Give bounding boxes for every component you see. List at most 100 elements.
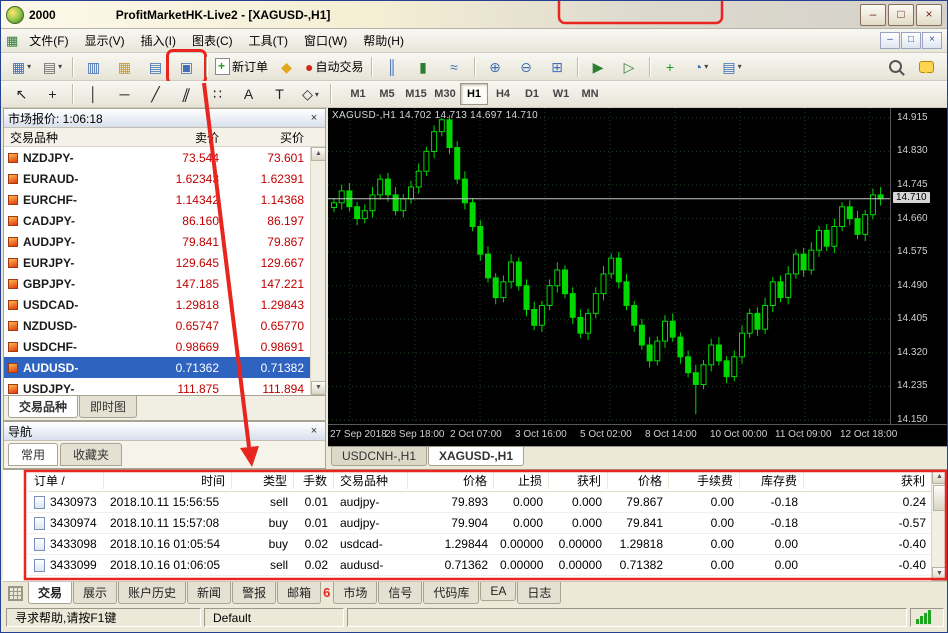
terminal-column-header-0[interactable]: 订单 / [28,472,104,489]
menu-item-2[interactable]: 插入(I) [133,29,184,52]
terminal-column-header-7[interactable]: 获利 [549,472,608,489]
autotrading-button[interactable]: ● 自动交易 [302,54,366,80]
menu-item-6[interactable]: 帮助(H) [355,29,412,52]
line-chart-button[interactable]: ≈ [439,54,470,80]
price-axis[interactable]: 14.915 14.830 14.745 14.660 14.575 14.490 14.4… [890,108,947,425]
zoom-out-button[interactable]: ⊖ [511,54,542,80]
scroll-down-icon[interactable]: ▼ [932,567,947,581]
terminal-column-header-5[interactable]: 价格 [408,472,494,489]
menu-item-1[interactable]: 显示(V) [77,29,133,52]
terminal-column-header-8[interactable]: 价格 [608,472,669,489]
timeframe-w1[interactable]: W1 [547,83,575,105]
market-watch-row[interactable]: EURAUD- 1.62343 1.62391 [4,168,310,189]
order-row[interactable]: 3433098 2018.10.16 01:05:54 buy 0.02 usdcad-… [28,534,932,555]
child-window-menu-icon[interactable]: ▦ [6,33,18,49]
restore-button[interactable]: □ [888,3,914,26]
market-watch-row[interactable]: NZDUSD- 0.65747 0.65770 [4,315,310,336]
col-ask[interactable]: 买价 [225,129,310,146]
minimize-button[interactable]: – [860,3,886,26]
terminal-tab-7[interactable]: 信号 [378,582,423,604]
menu-item-0[interactable]: 文件(F) [21,29,76,52]
tile-windows-button[interactable]: ⊞ [542,54,573,80]
terminal-tab-9[interactable]: EA [480,582,517,601]
time-axis[interactable]: 27 Sep 2018 28 Sep 18:00 2 Oct 07:00 3 Oct … [328,424,947,446]
close-button[interactable]: × [916,3,942,26]
col-bid[interactable]: 卖价 [130,129,225,146]
cursor-button[interactable]: ↖ [6,81,37,107]
auto-scroll-button[interactable]: ▶ [583,54,614,80]
menu-item-3[interactable]: 图表(C) [184,29,241,52]
order-row[interactable]: 3430973 2018.10.11 15:56:55 sell 0.01 audjpy… [28,492,932,513]
timeframe-mn[interactable]: MN [576,83,604,105]
text-button[interactable]: A [233,81,264,107]
chart-tab-0[interactable]: USDCNH-,H1 [331,447,428,466]
menu-item-5[interactable]: 窗口(W) [296,29,355,52]
market-watch-row[interactable]: USDCHF- 0.98669 0.98691 [4,336,310,357]
child-restore-button[interactable]: □ [901,32,921,49]
market-watch-row[interactable]: AUDUSD- 0.71362 0.71382 [4,357,310,378]
timeframe-d1[interactable]: D1 [518,83,546,105]
scroll-down-icon[interactable]: ▼ [311,381,325,395]
new-order-button[interactable]: + 新订单 [212,54,271,80]
close-icon[interactable]: × [307,425,321,437]
shapes-button[interactable]: ◇ ▾ [295,81,326,107]
indicators-button[interactable]: + [655,54,686,80]
terminal-tab-5[interactable]: 邮箱 [277,582,322,604]
zoom-in-button[interactable]: ⊕ [480,54,511,80]
trendline-button[interactable]: ╱ [140,81,171,107]
market-watch-tab-0[interactable]: 交易品种 [8,396,79,418]
terminal-tab-8[interactable]: 代码库 [423,582,480,604]
timeframe-m30[interactable]: M30 [431,83,459,105]
scroll-up-icon[interactable]: ▲ [932,470,947,484]
terminal-toggle-button[interactable]: ▣ [166,48,207,85]
timeframe-m15[interactable]: M15 [402,83,430,105]
navigator-button[interactable]: ▤ [140,54,171,80]
timeframe-m5[interactable]: M5 [373,83,401,105]
terminal-tab-2[interactable]: 账户历史 [118,582,187,604]
col-symbol[interactable]: 交易品种 [4,129,130,146]
crosshair-button[interactable]: + [37,81,68,107]
scrollbar-track[interactable] [932,512,947,567]
status-profile[interactable]: Default [204,608,344,627]
terminal-column-header-10[interactable]: 库存费 [740,472,804,489]
templates-button[interactable]: ▤ ▾ [717,54,748,80]
order-row[interactable]: 3433099 2018.10.16 01:06:05 sell 0.02 audusd… [28,555,932,576]
chart-plot[interactable]: XAGUSD-,H1 14.702 14.713 14.697 14.710 [328,108,890,424]
market-watch-row[interactable]: AUDJPY- 79.841 79.867 [4,231,310,252]
market-watch-row[interactable]: USDCAD- 1.29818 1.29843 [4,294,310,315]
market-watch-row[interactable]: CADJPY- 86.160 86.197 [4,210,310,231]
terminal-column-header-9[interactable]: 手续费 [669,472,740,489]
horizontal-line-button[interactable]: ─ [109,81,140,107]
market-watch-row[interactable]: GBPJPY- 147.185 147.221 [4,273,310,294]
close-icon[interactable]: × [307,112,321,124]
navigator-tab-0[interactable]: 常用 [8,443,59,466]
new-chart-button[interactable]: ▦ ▾ [6,54,37,80]
fibonacci-button[interactable]: ∷ [202,81,233,107]
market-watch-row[interactable]: EURCHF- 1.14342 1.14368 [4,189,310,210]
chart-shift-button[interactable]: ▷ [614,54,645,80]
terminal-tab-4[interactable]: 警报 [232,582,277,604]
terminal-column-header-2[interactable]: 类型 [232,472,294,489]
terminal-tab-3[interactable]: 新闻 [187,582,232,604]
market-watch-row[interactable]: NZDJPY- 73.544 73.601 [4,147,310,168]
market-watch-scrollbar[interactable]: ▲ ▼ [310,147,325,395]
scroll-up-icon[interactable]: ▲ [311,147,325,161]
terminal-column-header-1[interactable]: 时间 [104,472,232,489]
chart-tab-1[interactable]: XAGUSD-,H1 [428,447,525,466]
timeframe-m1[interactable]: M1 [344,83,372,105]
menu-item-4[interactable]: 工具(T) [241,29,296,52]
text-label-button[interactable]: T [264,81,295,107]
timeframe-h4[interactable]: H4 [489,83,517,105]
navigator-tab-1[interactable]: 收藏夹 [60,443,123,466]
terminal-scrollbar[interactable]: ▲ ▼ [931,470,947,581]
order-row[interactable]: 3430974 2018.10.11 15:57:08 buy 0.01 audjpy-… [28,513,932,534]
market-watch-row[interactable]: EURJPY- 129.645 129.667 [4,252,310,273]
equidistant-channel-button[interactable]: ∥ [171,81,202,107]
metaeditor-button[interactable]: ◆ [271,54,302,80]
terminal-column-header-4[interactable]: 交易品种 [334,472,408,489]
data-window-button[interactable]: ▦ [109,54,140,80]
market-watch-row[interactable]: USDJPY- 111.875 111.894 [4,378,310,395]
market-watch-button[interactable]: ▥ [78,54,109,80]
terminal-tab-1[interactable]: 展示 [73,582,118,604]
scrollbar-thumb[interactable] [933,485,946,511]
